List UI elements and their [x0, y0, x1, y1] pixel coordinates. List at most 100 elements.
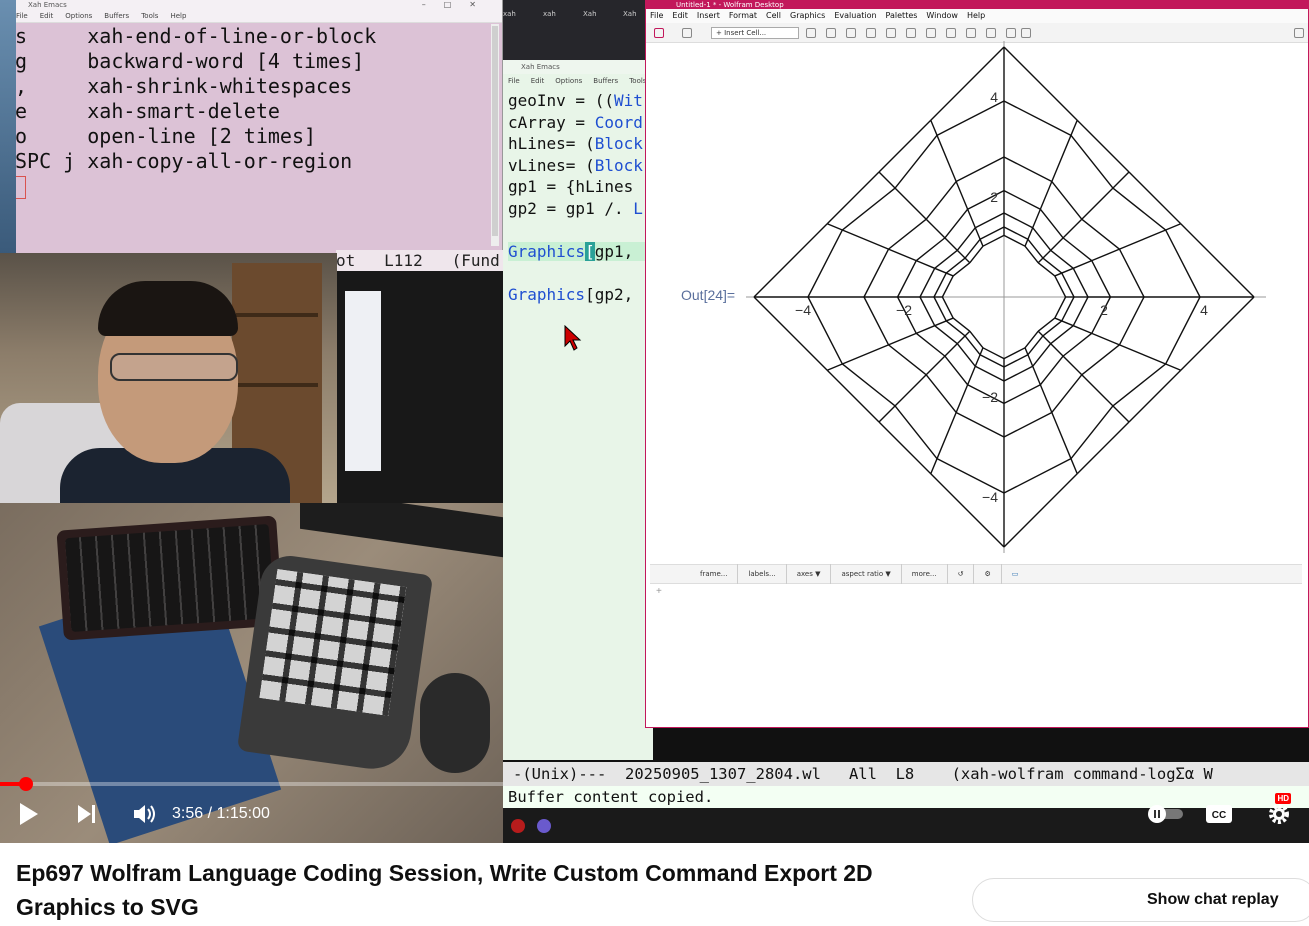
wire-segment	[1024, 238, 1029, 247]
wire-segment	[1027, 238, 1044, 259]
refresh-icon[interactable]: ↺	[948, 564, 975, 584]
wire-segment	[826, 363, 843, 371]
wire-segment	[1165, 223, 1182, 231]
log-line: e xah-smart-delete	[15, 99, 280, 123]
wire-segment	[974, 227, 981, 240]
wolfram-toolbar: + Insert Cell...	[646, 23, 1308, 43]
window-buttons: –□✕	[421, 0, 494, 9]
wire-segment	[1039, 355, 1064, 386]
wire-segment	[1027, 354, 1034, 367]
wire-segment	[1081, 187, 1114, 220]
log-line: s xah-end-of-line-or-block	[15, 24, 377, 48]
wire-segment	[1070, 405, 1114, 460]
show-chat-replay-button[interactable]: Show chat replay	[972, 878, 1309, 922]
wire-segment	[1003, 189, 1041, 210]
wire-segment	[1054, 296, 1067, 319]
settings-gear-icon[interactable]: HD	[1249, 793, 1309, 829]
evaluate-icon	[654, 28, 664, 38]
desktop-strip	[0, 0, 16, 255]
wire-segment	[1051, 374, 1083, 413]
wire-segment	[955, 411, 1005, 438]
gear-icon[interactable]: ⚙	[974, 564, 1002, 584]
toolbar-icon	[886, 28, 896, 38]
wire-segment	[974, 365, 1005, 382]
play-icon[interactable]	[14, 799, 44, 829]
wire-segment	[1165, 296, 1201, 365]
wire-segment	[925, 218, 946, 239]
wire-segment	[1003, 100, 1072, 136]
wire-segment	[1032, 343, 1052, 367]
wire-segment	[1128, 171, 1182, 225]
wire-segment	[1128, 369, 1182, 423]
wire-segment	[956, 249, 966, 259]
next-icon[interactable]	[72, 799, 102, 829]
volume-icon[interactable]	[130, 799, 160, 829]
toolbar-icon	[806, 28, 816, 38]
wire-segment	[1119, 229, 1166, 250]
keyboard-right	[236, 552, 434, 774]
toolbar-icon	[846, 28, 856, 38]
browser-tab: xah	[503, 10, 516, 18]
x-tick-label: 4	[1200, 302, 1208, 318]
wire-segment	[1180, 223, 1255, 298]
menu-cell: Cell	[766, 11, 781, 20]
wolfram-taskbar-icon	[511, 819, 525, 833]
chat-icon[interactable]: ▭	[1002, 564, 1029, 584]
wire-segment	[967, 189, 1005, 210]
wire-segment	[1032, 227, 1052, 251]
captions-button[interactable]: CC	[1189, 799, 1249, 829]
wire-segment	[888, 218, 927, 250]
wire-segment	[826, 223, 843, 231]
shelf-board	[236, 383, 318, 387]
wire-segment	[1076, 421, 1130, 475]
wire-segment	[1003, 212, 1034, 229]
toolbar-icon	[946, 28, 956, 38]
more-button[interactable]: more...	[902, 564, 948, 584]
progress-bar[interactable]	[0, 777, 503, 791]
wire-segment	[1050, 249, 1074, 269]
chat-icon	[1294, 28, 1304, 38]
wire-segment	[1112, 171, 1130, 189]
mouse-pointer-icon	[564, 325, 582, 351]
wire-segment	[1118, 296, 1145, 346]
insert-cell-dropdown: + Insert Cell...	[711, 27, 799, 39]
glasses	[110, 353, 238, 381]
wire-segment	[956, 343, 976, 367]
background-window-content	[345, 291, 381, 471]
axes-button[interactable]: axes ▼	[787, 564, 832, 584]
wire-segment	[841, 187, 896, 231]
video-title: Ep697 Wolfram Language Coding Session, W…	[16, 860, 873, 920]
toolbar-icon	[986, 28, 996, 38]
wire-segment	[841, 363, 896, 407]
wire-segment	[934, 267, 947, 274]
wire-segment	[842, 344, 889, 365]
wire-segment	[919, 296, 936, 327]
new-cell-bracket: +	[656, 586, 662, 597]
menu-insert: Insert	[696, 11, 720, 20]
wire-segment	[1062, 355, 1083, 376]
menu-edit: Edit	[39, 12, 54, 20]
wire-segment	[1027, 227, 1034, 240]
wire-segment	[982, 347, 1005, 360]
labels-button[interactable]: labels...	[738, 564, 787, 584]
wire-segment	[826, 171, 880, 225]
autoplay-toggle[interactable]	[1143, 799, 1189, 829]
wire-segment	[1070, 458, 1078, 475]
wire-segment	[842, 229, 889, 250]
wolfram-desktop-window: Untitled-1 * - Wolfram Desktop File Edit…	[645, 0, 1309, 728]
aspect-ratio-button[interactable]: aspect ratio ▼	[831, 564, 902, 584]
wire-segment	[1073, 259, 1093, 269]
background-window	[337, 271, 503, 503]
menu-file: File	[16, 12, 28, 20]
wire-segment	[955, 156, 1005, 183]
wire-segment	[930, 458, 938, 475]
wire-segment	[1072, 267, 1089, 298]
frame-button[interactable]: frame...	[690, 564, 739, 584]
mouse	[420, 673, 490, 773]
wire-segment	[944, 237, 958, 251]
wire-segment	[1165, 229, 1201, 298]
wire-segment	[1061, 320, 1074, 327]
wire-segment	[955, 384, 969, 413]
wire-segment	[915, 325, 935, 335]
video-player[interactable]: xah xah Xah Xah Xah Emacs File Edit Opti…	[0, 0, 1309, 843]
